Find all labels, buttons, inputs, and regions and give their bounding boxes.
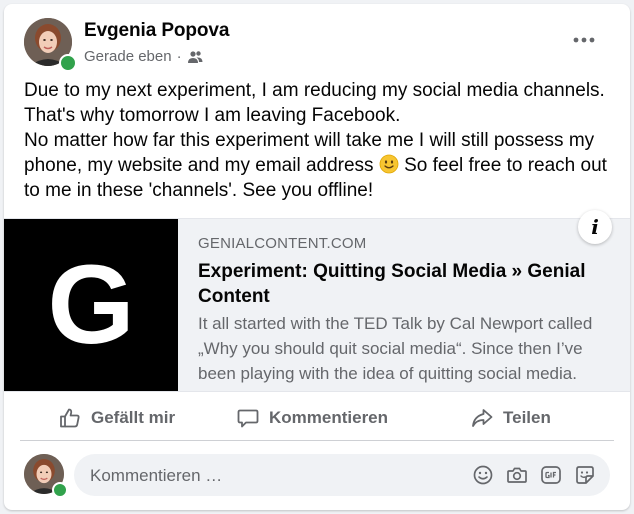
like-button[interactable]: Gefällt mir xyxy=(58,396,175,440)
slightly-smiling-face-emoji xyxy=(379,154,399,174)
post-header: Evgenia Popova Gerade eben · xyxy=(4,4,630,72)
thumbs-up-icon xyxy=(58,406,82,430)
info-button[interactable]: i xyxy=(578,210,612,244)
online-status-dot xyxy=(59,54,77,72)
comment-bubble-icon xyxy=(236,406,260,430)
link-thumbnail: G xyxy=(4,219,178,391)
link-title[interactable]: Experiment: Quitting Social Media » Geni… xyxy=(198,259,602,309)
camera-icon[interactable] xyxy=(506,464,528,486)
share-button[interactable]: Teilen xyxy=(470,396,551,440)
gif-icon[interactable] xyxy=(540,464,562,486)
post-text-line-continued: No matter how far this experiment will t… xyxy=(24,128,620,203)
sticker-icon[interactable] xyxy=(574,464,596,486)
post-actions-bar: Gefällt mir Kommentieren Teilen xyxy=(20,396,614,441)
like-label: Gefällt mir xyxy=(91,408,176,427)
share-arrow-icon xyxy=(470,406,494,430)
link-domain: GENIALCONTENT.COM xyxy=(198,235,367,252)
comment-button[interactable]: Kommentieren xyxy=(236,396,388,440)
author-name[interactable]: Evgenia Popova xyxy=(84,20,229,42)
post-text: Due to my next experiment, I am reducing… xyxy=(24,78,620,203)
post-meta: Gerade eben · xyxy=(84,48,203,65)
post-card: Evgenia Popova Gerade eben · Due to my n xyxy=(4,4,630,510)
more-options-button[interactable] xyxy=(566,26,602,54)
comment-composer xyxy=(74,454,610,498)
post-timestamp[interactable]: Gerade eben xyxy=(84,48,172,65)
link-description: It all started with the TED Talk by Cal … xyxy=(198,314,593,383)
comment-input[interactable] xyxy=(88,454,452,498)
link-preview[interactable]: G GENIALCONTENT.COM Experiment: Quitting… xyxy=(4,218,630,392)
friends-icon[interactable] xyxy=(187,50,203,64)
share-label: Teilen xyxy=(503,408,551,427)
more-dots-icon xyxy=(573,37,595,43)
commenter-online-dot xyxy=(52,482,68,498)
comment-label: Kommentieren xyxy=(269,408,389,427)
emoji-icon[interactable] xyxy=(472,464,494,486)
meta-separator: · xyxy=(176,48,182,65)
post-text-line: Due to my next experiment, I am reducing… xyxy=(24,80,605,126)
thumbnail-letter: G xyxy=(47,242,134,367)
